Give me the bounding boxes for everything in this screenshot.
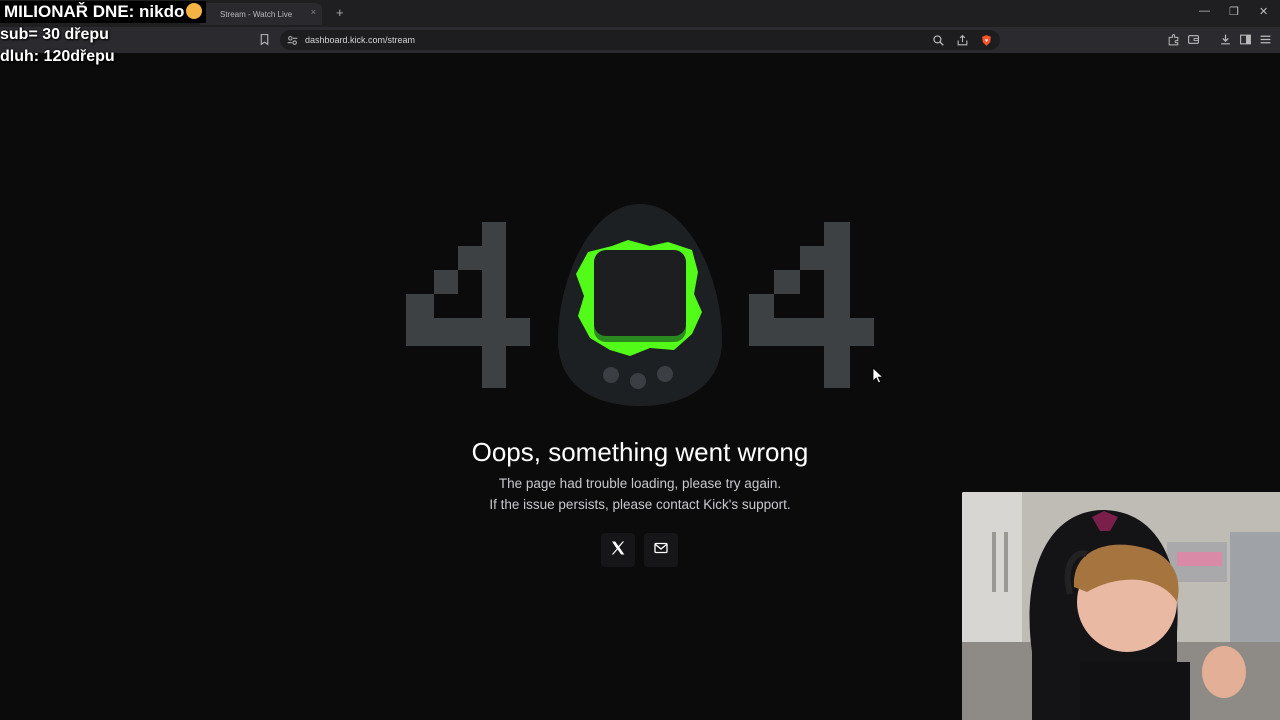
download-icon[interactable] bbox=[1219, 33, 1232, 46]
browser-tab[interactable]: Stream - Watch Live × bbox=[200, 3, 322, 25]
tamagotchi-egg bbox=[558, 204, 722, 406]
error-message-line-1: The page had trouble loading, please try… bbox=[498, 476, 782, 491]
webcam-feed bbox=[962, 492, 1280, 720]
tab-close-icon[interactable]: × bbox=[311, 7, 316, 17]
url-text: dashboard.kick.com/stream bbox=[305, 35, 416, 45]
share-icon[interactable] bbox=[956, 34, 969, 47]
stream-overlay: MILIONAŘ DNE: nikdo sub= 30 dřepu dluh: … bbox=[0, 1, 207, 68]
new-tab-button[interactable]: + bbox=[336, 5, 344, 20]
emoji-icon bbox=[186, 3, 203, 19]
minimize-button[interactable]: — bbox=[1199, 5, 1210, 17]
close-window-button[interactable]: ✕ bbox=[1259, 5, 1268, 18]
x-social-button[interactable] bbox=[601, 533, 635, 567]
restore-button[interactable]: ❐ bbox=[1229, 5, 1239, 18]
wallet-icon[interactable] bbox=[1187, 33, 1200, 46]
overlay-line-1: MILIONAŘ DNE: nikdo bbox=[0, 1, 207, 23]
brave-shield-icon[interactable] bbox=[980, 34, 993, 47]
zoom-icon[interactable] bbox=[932, 34, 945, 47]
mail-icon bbox=[653, 540, 669, 561]
x-logo-icon bbox=[610, 540, 626, 561]
site-info-icon[interactable] bbox=[286, 34, 299, 47]
email-support-button[interactable] bbox=[644, 533, 678, 567]
error-title: Oops, something went wrong bbox=[471, 437, 809, 467]
overlay-line-2: sub= 30 dřepu bbox=[0, 26, 109, 43]
menu-icon[interactable] bbox=[1259, 33, 1272, 46]
bookmark-icon[interactable] bbox=[258, 33, 271, 46]
digit-4-right bbox=[749, 222, 874, 388]
digit-4-left bbox=[406, 222, 530, 388]
address-bar[interactable]: dashboard.kick.com/stream bbox=[280, 30, 1000, 50]
sidebar-icon[interactable] bbox=[1239, 33, 1252, 46]
tab-title: Stream - Watch Live bbox=[220, 9, 293, 19]
error-404-illustration bbox=[400, 200, 880, 410]
extensions-icon[interactable] bbox=[1167, 33, 1180, 46]
mouse-cursor-icon bbox=[872, 367, 884, 389]
overlay-line-3: dluh: 120dřepu bbox=[0, 48, 115, 65]
